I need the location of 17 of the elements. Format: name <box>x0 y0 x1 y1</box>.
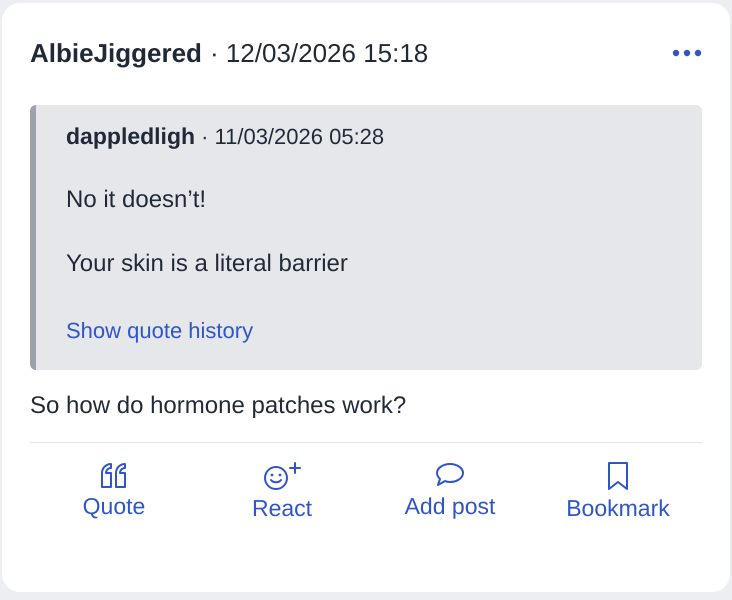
speech-bubble-icon <box>434 461 465 489</box>
post-author: AlbieJiggered <box>30 38 202 68</box>
quote-marks-icon <box>99 461 129 489</box>
bookmark-icon <box>606 461 630 491</box>
post-body: So how do hormone patches work? <box>30 392 408 420</box>
reply-action-button[interactable]: Add post <box>404 461 496 522</box>
quote-paragraph: Your skin is a literal barrier <box>66 250 349 278</box>
quote-author: dappledligh <box>66 123 196 150</box>
smiley-plus-icon <box>262 461 302 491</box>
react-action-button[interactable]: React <box>252 461 312 522</box>
quote-action-button[interactable]: Quote <box>82 461 146 522</box>
bookmark-action-button[interactable]: Bookmark <box>566 461 670 522</box>
quote-timestamp: · 11/03/2026 05:28 <box>201 124 384 150</box>
quote-history-link[interactable]: Show quote history <box>66 318 254 344</box>
post-timestamp: · 12/03/2026 15:18 <box>210 38 428 68</box>
more-options-icon[interactable] <box>672 49 702 57</box>
quote-paragraph: No it doesn’t! <box>66 186 208 214</box>
